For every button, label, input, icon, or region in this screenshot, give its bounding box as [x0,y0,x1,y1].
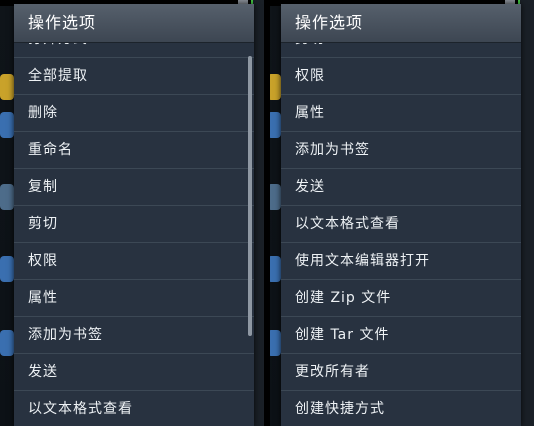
menu-item[interactable]: 删除 [14,95,254,132]
menu-item[interactable]: 发送 [14,354,254,391]
right-screen: 操作选项 剪切权限属性添加为书签发送以文本格式查看使用文本编辑器打开创建 Zip… [267,0,534,426]
menu-item[interactable]: 属性 [281,95,521,132]
menu-item[interactable]: 剪切 [281,43,521,58]
left-screen: 操作选项 打开方式全部提取删除重命名复制剪切权限属性添加为书签发送以文本格式查看 [0,0,267,426]
context-menu: 操作选项 剪切权限属性添加为书签发送以文本格式查看使用文本编辑器打开创建 Zip… [281,4,521,426]
menu-title: 操作选项 [14,4,254,43]
menu-item[interactable]: 更改所有者 [281,354,521,391]
menu-item[interactable]: 打开方式 [14,43,254,58]
scrollbar[interactable] [248,56,252,336]
menu-item[interactable]: 创建 Tar 文件 [281,317,521,354]
menu-title: 操作选项 [281,4,521,43]
menu-item[interactable]: 发送 [281,169,521,206]
menu-item[interactable]: 权限 [281,58,521,95]
file-icon [0,112,14,138]
menu-list[interactable]: 剪切权限属性添加为书签发送以文本格式查看使用文本编辑器打开创建 Zip 文件创建… [281,43,521,426]
menu-item[interactable]: 以文本格式查看 [281,206,521,243]
menu-item[interactable]: 创建 Zip 文件 [281,280,521,317]
menu-item[interactable]: 剪切 [14,206,254,243]
context-menu: 操作选项 打开方式全部提取删除重命名复制剪切权限属性添加为书签发送以文本格式查看 [14,4,254,426]
menu-item[interactable]: 属性 [14,280,254,317]
background-edge [520,0,534,426]
menu-item[interactable]: 添加为书签 [281,132,521,169]
menu-list[interactable]: 打开方式全部提取删除重命名复制剪切权限属性添加为书签发送以文本格式查看 [14,43,254,426]
menu-item[interactable]: 复制 [14,169,254,206]
menu-item[interactable]: 添加为书签 [14,317,254,354]
file-icon [0,256,14,282]
folder-icon [0,74,14,100]
menu-item[interactable]: 以文本格式查看 [14,391,254,426]
menu-item[interactable]: 重命名 [14,132,254,169]
file-icon [0,330,14,356]
file-icon [0,184,14,210]
menu-item[interactable]: 使用文本编辑器打开 [281,243,521,280]
menu-item[interactable]: 创建快捷方式 [281,391,521,426]
menu-item[interactable]: 全部提取 [14,58,254,95]
divider [264,0,270,426]
menu-item[interactable]: 权限 [14,243,254,280]
